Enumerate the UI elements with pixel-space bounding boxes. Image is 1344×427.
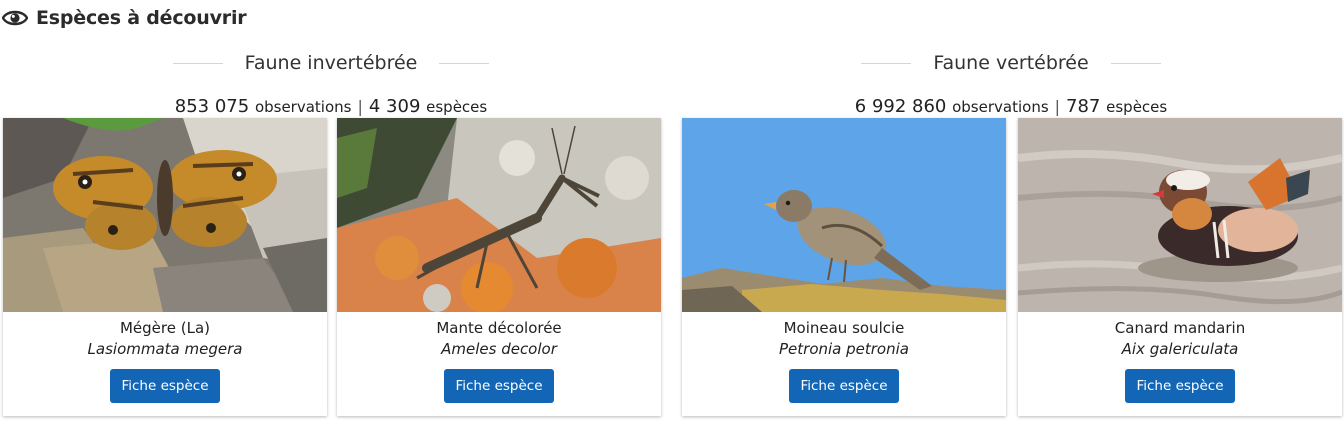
species-cards: Mégère (La) Lasiommata megera Fiche espè…: [0, 118, 662, 416]
title-divider-left: [861, 62, 912, 64]
observations-count: 6 992 860: [854, 96, 947, 117]
species-label: espèces: [426, 98, 488, 116]
group-vertebrate: Faune vertébrée 6 992 860 observations | 7…: [680, 50, 1342, 416]
species-photo-sparrow[interactable]: [682, 118, 1006, 312]
stats-separator: |: [1054, 97, 1061, 116]
species-common-name: Mégère (La): [119, 319, 210, 337]
species-latin-name: Lasiommata megera: [87, 340, 243, 358]
species-photo-butterfly[interactable]: [3, 118, 327, 312]
group-stats: 6 992 860 observations | 787 espèces: [680, 96, 1342, 118]
group-invertebrate: Faune invertébrée 853 075 observations | 4…: [0, 50, 662, 416]
species-latin-name: Aix galericulata: [1121, 340, 1239, 358]
observations-count: 853 075: [174, 96, 250, 117]
species-sheet-button[interactable]: Fiche espèce: [110, 369, 220, 403]
species-latin-name: Petronia petronia: [779, 340, 909, 358]
species-card: Canard mandarin Aix galericulata Fiche e…: [1018, 118, 1342, 416]
species-count: 4 309: [368, 96, 421, 117]
group-stats: 853 075 observations | 4 309 espèces: [0, 96, 662, 118]
observations-label: observations: [254, 98, 352, 116]
species-card: Mégère (La) Lasiommata megera Fiche espè…: [3, 118, 327, 416]
section-header: Espèces à découvrir: [2, 7, 247, 29]
eye-icon: [2, 10, 28, 26]
species-latin-name: Ameles decolor: [441, 340, 557, 358]
species-card: Moineau soulcie Petronia petronia Fiche …: [682, 118, 1006, 416]
title-divider-right: [1110, 62, 1161, 64]
group-title: Faune vertébrée: [933, 52, 1089, 74]
species-label: espèces: [1106, 98, 1168, 116]
species-common-name: Canard mandarin: [1114, 319, 1246, 337]
title-divider-left: [172, 62, 223, 64]
species-common-name: Moineau soulcie: [783, 319, 905, 337]
group-title-row: Faune vertébrée: [680, 50, 1342, 76]
species-photo-mandarin-duck[interactable]: [1018, 118, 1342, 312]
title-divider-right: [439, 62, 490, 64]
species-common-name: Mante décolorée: [436, 319, 562, 337]
species-cards: Moineau soulcie Petronia petronia Fiche …: [680, 118, 1342, 416]
group-title: Faune invertébrée: [244, 52, 418, 74]
species-count: 787: [1066, 96, 1101, 117]
group-title-row: Faune invertébrée: [0, 50, 662, 76]
stats-separator: |: [357, 97, 363, 116]
species-photo-mantis[interactable]: [337, 118, 661, 312]
observations-label: observations: [952, 98, 1049, 116]
species-card: Mante décolorée Ameles decolor Fiche esp…: [337, 118, 661, 416]
species-sheet-button[interactable]: Fiche espèce: [444, 369, 554, 403]
species-sheet-button[interactable]: Fiche espèce: [789, 369, 899, 403]
species-sheet-button[interactable]: Fiche espèce: [1125, 369, 1235, 403]
section-title: Espèces à découvrir: [36, 7, 247, 29]
